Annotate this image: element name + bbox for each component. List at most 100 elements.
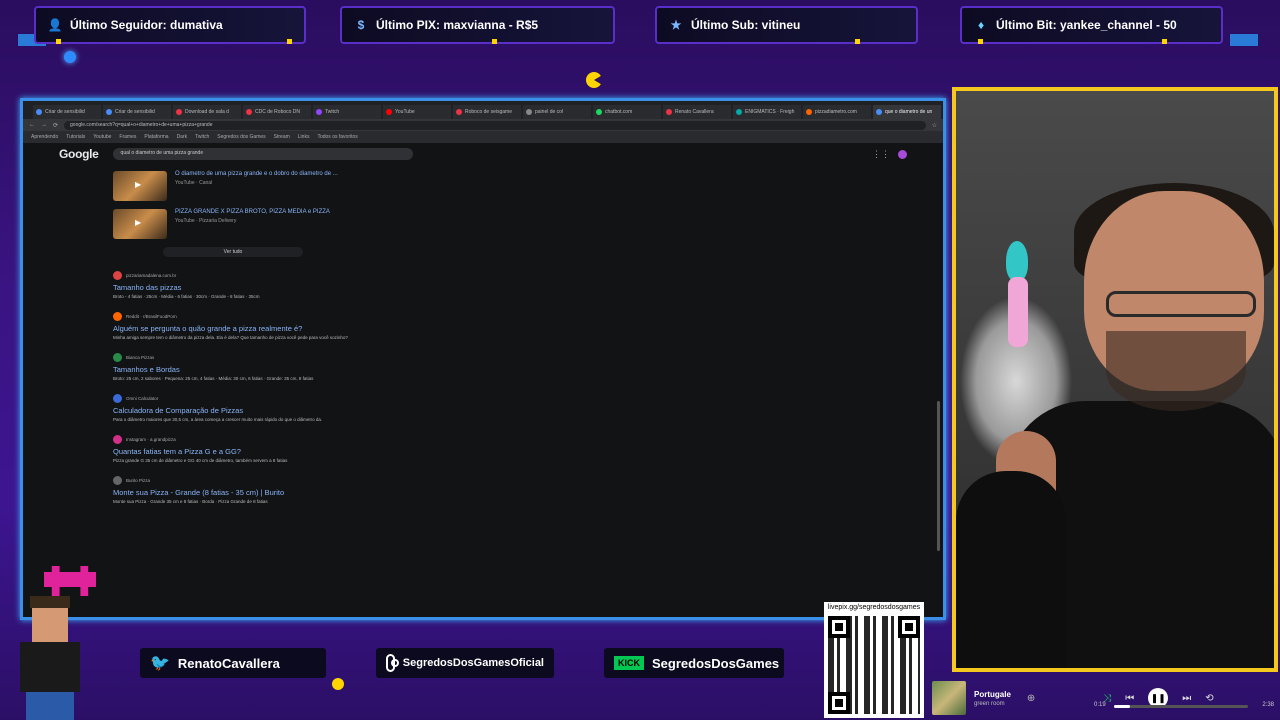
kick-handle-text: SegredosDosGames bbox=[652, 655, 780, 671]
search-result: Bianca Pizzas Tamanhos e Bordas Broto: 25 … bbox=[113, 353, 373, 382]
browser-tab[interactable]: pizzadiametro.com bbox=[803, 105, 871, 119]
pacman-icon bbox=[586, 72, 602, 88]
star-icon: ★ bbox=[670, 18, 682, 32]
result-title[interactable]: Quantas fatias tem a Pizza G e a GG? bbox=[113, 447, 373, 456]
google-logo[interactable]: Google bbox=[59, 147, 99, 161]
result-snippet: Minha amiga sempre tem o diâmetro da piz… bbox=[113, 335, 348, 340]
browser-tab[interactable]: painel de col bbox=[523, 105, 591, 119]
bookmark-item[interactable]: Links bbox=[298, 134, 310, 140]
browser-tab[interactable]: Criar de sensibilid bbox=[33, 105, 101, 119]
current-time: 0:19 bbox=[1094, 702, 1106, 708]
video-result[interactable]: O diametro de uma pizza grande e o dobro… bbox=[113, 171, 373, 201]
browser-tab[interactable]: chatbot.com bbox=[593, 105, 661, 119]
google-header: Google qual o diametro de uma pizza gran… bbox=[23, 143, 943, 165]
reload-icon[interactable]: ⟳ bbox=[53, 122, 58, 129]
bookmark-item[interactable]: Segredos dos Games bbox=[217, 134, 265, 140]
result-snippet: Broto: 25 cm, 2 sabores · Pequena: 25 cm… bbox=[113, 376, 314, 381]
browser-tab[interactable]: Roboco de seisgame bbox=[453, 105, 521, 119]
track-artist: green room bbox=[974, 700, 1005, 707]
alert-last-follower: 👤 Último Seguidor: dumativa bbox=[34, 6, 306, 44]
video-source: YouTube · Pizzaria Delivery bbox=[175, 218, 237, 224]
qr-finder bbox=[898, 616, 920, 638]
result-source: Omni Calculator bbox=[126, 396, 159, 401]
result-title[interactable]: Monte sua Pizza - Grande (8 fatias - 35 … bbox=[113, 488, 373, 497]
bookmark-item[interactable]: Aprendendo bbox=[31, 134, 58, 140]
browser-tab[interactable]: CDC de Roboco DN bbox=[243, 105, 311, 119]
result-source: Reddit · r/BrasilFoodPorn bbox=[126, 314, 177, 319]
scrollbar[interactable] bbox=[937, 401, 940, 551]
browser-capture: Criar de sensibilid Criar de sensibilid Do… bbox=[20, 98, 946, 620]
webcam-feed bbox=[952, 87, 1278, 672]
back-icon[interactable]: ← bbox=[29, 122, 35, 128]
result-title[interactable]: Tamanhos e Bordas bbox=[113, 365, 373, 374]
qr-label: livepix.gg/segredosdosgames bbox=[827, 604, 921, 611]
alert-last-sub: ★ Último Sub: vitineu bbox=[655, 6, 918, 44]
result-source: Instagram · a.grandpizza bbox=[126, 437, 176, 442]
track-progress[interactable]: 0:19 2:38 bbox=[1094, 702, 1274, 712]
dollar-icon: $ bbox=[357, 18, 365, 32]
video-title[interactable]: O diametro de uma pizza grande e o dobro… bbox=[175, 171, 338, 177]
alert-last-bit-text: Último Bit: yankee_channel - 50 bbox=[996, 18, 1177, 32]
bookmark-item[interactable]: Plataforma bbox=[144, 134, 168, 140]
browser-tab[interactable]: YouTube bbox=[383, 105, 451, 119]
see-all-videos-button[interactable]: Ver tudo bbox=[163, 247, 303, 257]
bookmark-item[interactable]: Youtube bbox=[93, 134, 111, 140]
bookmark-item[interactable]: Todos os favoritos bbox=[317, 134, 357, 140]
bookmark-item[interactable]: Dark bbox=[177, 134, 188, 140]
result-title[interactable]: Calculadora de Comparação de Pizzas bbox=[113, 406, 373, 415]
add-to-library-icon[interactable]: ⊕ bbox=[1027, 693, 1035, 704]
decorative-blue-dot bbox=[64, 51, 76, 63]
alert-last-follower-text: Último Seguidor: dumativa bbox=[70, 18, 223, 32]
alert-last-pix-text: Último PIX: maxvianna - R$5 bbox=[376, 18, 539, 32]
result-source: pizzariamadalena.com.br bbox=[126, 273, 177, 278]
alert-last-sub-text: Último Sub: vitineu bbox=[691, 18, 801, 32]
livepix-qr: livepix.gg/segredosdosgames bbox=[824, 602, 924, 718]
browser-tab-strip: Criar de sensibilid Criar de sensibilid Do… bbox=[23, 101, 943, 119]
progress-bar[interactable] bbox=[1114, 705, 1248, 708]
video-title[interactable]: PIZZA GRANDE X PIZZA BROTO, PIZZA MEDIA … bbox=[175, 209, 330, 215]
browser-tab[interactable]: que o diametro de un bbox=[873, 105, 941, 119]
diamond-icon: ♦ bbox=[977, 18, 985, 32]
video-thumbnail[interactable] bbox=[113, 209, 167, 239]
bookmark-item[interactable]: Twitch bbox=[195, 134, 209, 140]
browser-tab[interactable]: Twitch bbox=[313, 105, 381, 119]
twitter-icon: 🐦 bbox=[150, 655, 170, 672]
alert-dot bbox=[978, 39, 983, 44]
browser-tab[interactable]: Criar de sensibilid bbox=[103, 105, 171, 119]
video-result[interactable]: PIZZA GRANDE X PIZZA BROTO, PIZZA MEDIA … bbox=[113, 209, 373, 239]
figurine bbox=[996, 241, 1036, 361]
person-icon: 👤 bbox=[47, 18, 63, 32]
star-bookmark-icon[interactable]: ☆ bbox=[932, 122, 937, 129]
search-result: Instagram · a.grandpizza Quantas fatias t… bbox=[113, 435, 373, 464]
browser-tab[interactable]: Download de sala d bbox=[173, 105, 241, 119]
browser-tab[interactable]: Renato Cavallera bbox=[663, 105, 731, 119]
result-title[interactable]: Alguém se pergunta o quão grande a pizza… bbox=[113, 324, 373, 333]
video-thumbnail[interactable] bbox=[113, 171, 167, 201]
apps-grid-icon[interactable]: ⋮⋮ bbox=[872, 149, 890, 160]
twitter-handle-text: RenatoCavallera bbox=[177, 655, 280, 671]
track-title: Portugale bbox=[974, 689, 1011, 699]
alert-dot bbox=[855, 39, 860, 44]
result-title[interactable]: Tamanho das pizzas bbox=[113, 283, 373, 292]
instagram-handle: SegredosDosGamesOficial bbox=[376, 648, 554, 678]
forward-icon[interactable]: → bbox=[41, 122, 47, 128]
search-result: pizzariamadalena.com.br Tamanho das pizza… bbox=[113, 271, 373, 300]
decorative-yellow-dot bbox=[332, 678, 344, 690]
browser-tab[interactable]: ENIGMATICS · Freigh bbox=[733, 105, 801, 119]
alert-last-pix: $ Último PIX: maxvianna - R$5 bbox=[340, 6, 615, 44]
search-results: O diametro de uma pizza grande e o dobro… bbox=[113, 171, 373, 517]
alert-dot bbox=[1162, 39, 1167, 44]
twitter-handle: 🐦 RenatoCavallera bbox=[140, 648, 326, 678]
bookmark-item[interactable]: Tutorials bbox=[66, 134, 85, 140]
address-bar: ← → ⟳ google.com/search?q=qual+o+diametr… bbox=[23, 119, 943, 131]
music-player: Portugale green room ⊕ ⤨ ⏮ ❚❚ ⏭ ⟲ bbox=[926, 676, 1280, 720]
url-field[interactable]: google.com/search?q=qual+o+diametro+de+u… bbox=[64, 120, 926, 130]
alert-dot bbox=[56, 39, 61, 44]
bookmark-item[interactable]: Stream bbox=[274, 134, 290, 140]
account-avatar[interactable] bbox=[898, 149, 907, 159]
bookmarks-bar: Aprendendo Tutorials Youtube Frames Platafor… bbox=[23, 131, 943, 143]
bookmark-item[interactable]: Frames bbox=[119, 134, 136, 140]
google-search-input[interactable]: qual o diametro de uma pizza grande bbox=[112, 148, 413, 160]
kick-handle: KICK SegredosDosGames bbox=[604, 648, 784, 678]
pixel-avatar bbox=[8, 594, 88, 720]
